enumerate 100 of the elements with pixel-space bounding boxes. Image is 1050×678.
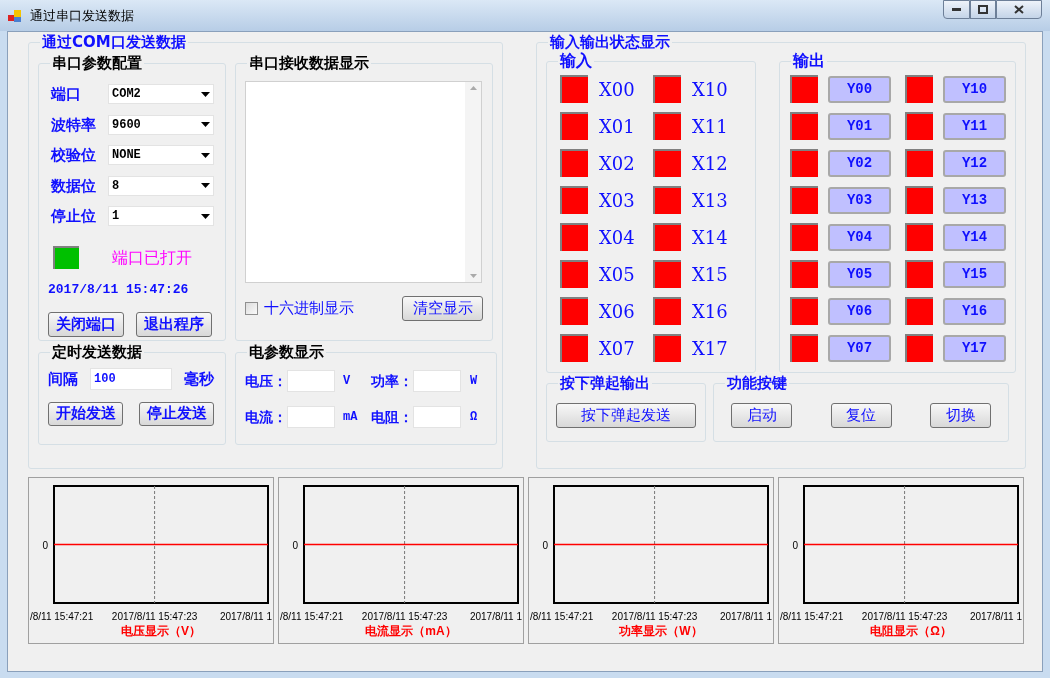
y-tick-label: 0 <box>292 539 298 551</box>
input-label: X00 <box>599 77 635 102</box>
group-title: 串口参数配置 <box>51 56 143 71</box>
input-label: X10 <box>692 77 728 102</box>
action-button[interactable]: 停止发送 <box>139 401 214 426</box>
output-button[interactable]: Y11 <box>943 112 1006 140</box>
x-tick-label: /8/11 15:47:21 <box>780 611 844 622</box>
scrollbar[interactable] <box>465 82 481 282</box>
function-button[interactable]: 切换 <box>930 403 991 428</box>
unit-label: 毫秒 <box>184 369 214 390</box>
dropdown[interactable]: NONE <box>108 145 214 166</box>
unit-label: W <box>469 373 479 390</box>
unit-label: Ω <box>469 409 479 426</box>
minimize-icon <box>952 8 961 11</box>
scroll-up-icon <box>469 86 477 90</box>
input-label: X17 <box>692 336 728 361</box>
dropdown[interactable]: 9600 <box>108 114 214 135</box>
group-title: 电参数显示 <box>248 345 325 360</box>
checkbox[interactable] <box>245 302 258 315</box>
x-tick-label: 2017/8/11 15:47:23 <box>861 611 948 622</box>
action-button[interactable]: 关闭端口 <box>48 312 124 337</box>
function-button[interactable]: 复位 <box>830 403 892 428</box>
value-field[interactable] <box>413 406 461 428</box>
minimize-button[interactable] <box>943 0 970 19</box>
close-button[interactable] <box>996 0 1042 19</box>
x-tick-label: /8/11 15:47:21 <box>530 611 594 622</box>
input-label: X02 <box>599 151 635 176</box>
input-label: X13 <box>692 188 728 213</box>
app-icon <box>8 8 22 23</box>
field-label: 电压： <box>245 371 287 391</box>
field-label: 间隔 <box>48 369 79 390</box>
output-button[interactable]: Y06 <box>828 297 891 325</box>
output-button[interactable]: Y13 <box>943 186 1006 214</box>
output-button[interactable]: Y05 <box>828 260 891 288</box>
value-field[interactable] <box>287 406 335 428</box>
output-button[interactable]: Y17 <box>943 334 1006 362</box>
close-icon <box>1014 5 1024 14</box>
chart-title: 功率显示（W） <box>619 624 703 638</box>
x-tick-label: 2017/8/11 15:47:23 <box>361 611 448 622</box>
x-tick-label: 2017/8/11 15:47:23 <box>611 611 698 622</box>
x-tick-label: /8/11 15:47:21 <box>280 611 344 622</box>
output-button[interactable]: Y02 <box>828 149 891 177</box>
action-button[interactable]: 退出程序 <box>136 312 212 337</box>
field-label: 功率： <box>371 371 413 391</box>
group-title: 定时发送数据 <box>51 345 143 360</box>
group-title: 通过COM口发送数据 <box>41 35 187 50</box>
window-title: 通过串口发送数据 <box>30 6 134 25</box>
value-field[interactable] <box>413 370 461 392</box>
value-field[interactable] <box>287 370 335 392</box>
y-tick-label: 0 <box>542 539 548 551</box>
clear-button[interactable]: 清空显示 <box>402 296 483 321</box>
timestamp: 2017/8/11 15:47:26 <box>48 280 190 299</box>
chart-title: 电压显示（V） <box>121 624 201 638</box>
scroll-down-icon <box>469 274 477 278</box>
x-tick-label: /8/11 15:47:21 <box>30 611 94 622</box>
group-title: 串口接收数据显示 <box>248 56 370 71</box>
chart-title: 电阻显示（Ω） <box>870 624 952 638</box>
dropdown-caret-icon <box>201 122 210 128</box>
receive-text-area[interactable] <box>245 81 482 283</box>
field-label: 校验位 <box>51 145 97 166</box>
output-button[interactable]: Y01 <box>828 112 891 140</box>
output-button[interactable]: Y16 <box>943 297 1006 325</box>
field-label: 数据位 <box>51 175 97 197</box>
port-status-text: 端口已打开 <box>112 246 192 269</box>
output-button[interactable]: Y12 <box>943 149 1006 177</box>
output-button[interactable]: Y04 <box>828 223 891 251</box>
input-label: X15 <box>692 262 728 287</box>
input-label: X16 <box>692 299 728 324</box>
group-title: 功能按键 <box>726 376 788 391</box>
dropdown[interactable]: COM2 <box>108 84 214 105</box>
output-button[interactable]: Y10 <box>943 75 1006 103</box>
field-label: 端口 <box>51 84 82 105</box>
output-button[interactable]: Y00 <box>828 75 891 103</box>
push-send-button[interactable]: 按下弹起发送 <box>556 403 696 428</box>
group-title: 输入 <box>558 53 593 69</box>
action-button[interactable]: 开始发送 <box>48 401 123 426</box>
output-button[interactable]: Y14 <box>943 223 1006 251</box>
interval-input[interactable]: 100 <box>90 368 172 391</box>
input-label: X07 <box>599 336 635 361</box>
output-button[interactable]: Y07 <box>828 334 891 362</box>
group-title: 输入输出状态显示 <box>548 35 671 50</box>
group-title: 按下弹起输出 <box>559 376 651 391</box>
output-button[interactable]: Y15 <box>943 260 1006 288</box>
unit-label: mA <box>342 409 359 426</box>
input-label: X12 <box>692 151 728 176</box>
input-label: X04 <box>599 225 635 250</box>
function-button[interactable]: 启动 <box>731 403 792 428</box>
input-label: X06 <box>599 299 635 324</box>
x-tick-label: 2017/8/11 1 <box>969 611 1022 622</box>
dropdown[interactable]: 1 <box>108 206 214 227</box>
y-tick-label: 0 <box>42 539 48 551</box>
x-tick-label: 2017/8/11 1 <box>469 611 522 622</box>
checkbox-label: 十六进制显示 <box>264 298 354 320</box>
output-button[interactable]: Y03 <box>828 186 891 214</box>
input-label: X03 <box>599 188 635 213</box>
maximize-icon <box>978 5 988 14</box>
maximize-button[interactable] <box>970 0 996 19</box>
dropdown-caret-icon <box>201 91 210 97</box>
dropdown[interactable]: 8 <box>108 175 214 196</box>
field-label: 波特率 <box>51 114 97 136</box>
